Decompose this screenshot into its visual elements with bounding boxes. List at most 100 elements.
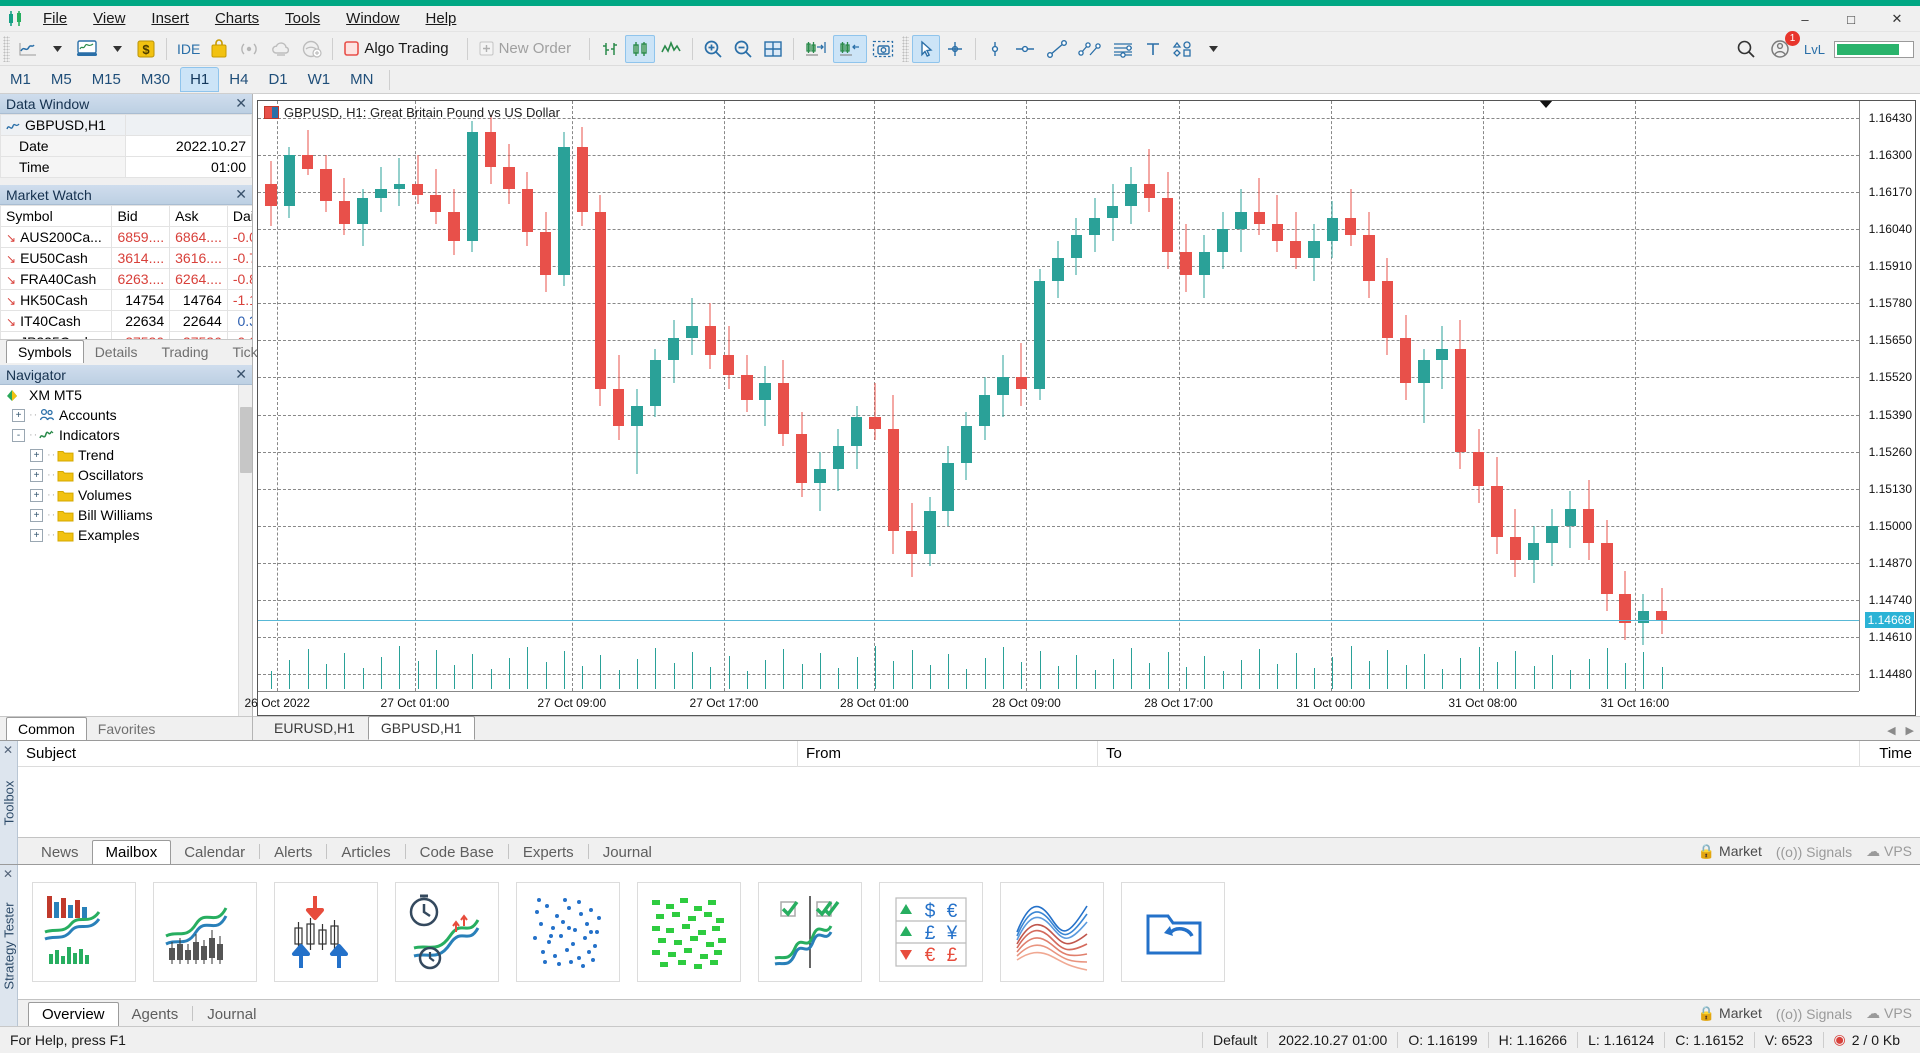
strategy-tester-close-icon[interactable]: ✕ bbox=[3, 867, 13, 881]
table-row[interactable]: ↘JP225Cash 27530 27536 -0.04% bbox=[0, 331, 252, 339]
chart-tab-eurusd[interactable]: EURUSD,H1 bbox=[261, 716, 368, 740]
menu-view[interactable]: View bbox=[80, 7, 138, 30]
tab-news[interactable]: News bbox=[28, 841, 92, 864]
vps-icon[interactable] bbox=[297, 35, 327, 63]
timeframe-m5[interactable]: M5 bbox=[41, 67, 82, 92]
sidebar-item-volumes[interactable]: + ·· Volumes bbox=[0, 485, 252, 505]
tab-mailbox[interactable]: Mailbox bbox=[91, 840, 172, 864]
tab-agents[interactable]: Agents bbox=[119, 1003, 192, 1026]
level-indicator[interactable]: LvL bbox=[1799, 35, 1830, 63]
toolbox-side-label[interactable]: Toolbox bbox=[0, 741, 18, 864]
polyline-icon[interactable] bbox=[1073, 35, 1107, 63]
expander-icon[interactable]: + bbox=[30, 508, 43, 522]
expander-icon[interactable]: - bbox=[12, 428, 25, 442]
timeframe-w1[interactable]: W1 bbox=[298, 67, 341, 92]
timeframe-h4[interactable]: H4 bbox=[219, 67, 258, 92]
crosshair-icon[interactable] bbox=[940, 35, 970, 63]
stopwatch-icon[interactable] bbox=[395, 882, 499, 982]
mailbox-col-to[interactable]: To bbox=[1098, 740, 1860, 767]
chart-window[interactable]: GBPUSD, H1: Great Britain Pound vs US Do… bbox=[245, 100, 1916, 716]
scroll-right-icon[interactable]: ▶ bbox=[1906, 724, 1914, 737]
data-window-symbol-row[interactable]: GBPUSD,H1 bbox=[0, 114, 252, 136]
line-chart-icon[interactable] bbox=[655, 35, 687, 63]
chart-tab-gbpusd[interactable]: GBPUSD,H1 bbox=[367, 716, 475, 740]
folder-refresh-icon[interactable] bbox=[1121, 882, 1225, 982]
price-axis[interactable]: 1.16430 1.16300 1.16170 1.16040 1.15910 1.157… bbox=[1859, 101, 1915, 691]
profiles-icon[interactable] bbox=[71, 35, 103, 63]
sidebar-item-trend[interactable]: + ·· Trend bbox=[0, 445, 252, 465]
tab-journal[interactable]: Journal bbox=[590, 841, 665, 864]
menu-file[interactable]: File bbox=[30, 7, 80, 30]
signals-status[interactable]: ((o)) Signals bbox=[1776, 1006, 1852, 1022]
tab-favorites[interactable]: Favorites bbox=[87, 718, 167, 740]
bar-graph-line-icon[interactable] bbox=[32, 882, 136, 982]
expander-icon[interactable]: + bbox=[30, 488, 43, 502]
sidebar-item-bill-williams[interactable]: + ·· Bill Williams bbox=[0, 505, 252, 525]
shapes-dropdown-icon[interactable] bbox=[1199, 35, 1227, 63]
col-symbol[interactable]: Symbol bbox=[0, 205, 113, 227]
search-icon[interactable] bbox=[1731, 35, 1761, 63]
table-row[interactable]: ↘IT40Cash 22634 22644 0.38% bbox=[0, 310, 252, 332]
candles-with-line-icon[interactable] bbox=[153, 882, 257, 982]
expander-icon[interactable]: + bbox=[30, 468, 43, 482]
tab-calendar[interactable]: Calendar bbox=[171, 841, 258, 864]
new-order-button[interactable]: New Order bbox=[473, 35, 585, 63]
cursor-icon[interactable] bbox=[912, 34, 941, 63]
menu-window[interactable]: Window bbox=[333, 7, 412, 30]
auto-scroll-icon[interactable] bbox=[799, 35, 833, 63]
checkmarks-line-icon[interactable] bbox=[758, 882, 862, 982]
tab-common[interactable]: Common bbox=[6, 717, 87, 740]
timeframe-d1[interactable]: D1 bbox=[258, 67, 297, 92]
tile-windows-icon[interactable] bbox=[758, 35, 788, 63]
zoom-in-icon[interactable] bbox=[698, 35, 728, 63]
timeframe-h1[interactable]: H1 bbox=[180, 67, 220, 92]
vertical-line-icon[interactable] bbox=[981, 35, 1009, 63]
navigator-tree[interactable]: XM MT5 + ·· Accounts - ·· Indicators + ·… bbox=[0, 385, 252, 716]
mailbox-col-from[interactable]: From bbox=[798, 740, 1098, 767]
sidebar-item-accounts[interactable]: + ·· Accounts bbox=[0, 405, 252, 425]
timeframe-m1[interactable]: M1 bbox=[0, 67, 41, 92]
menu-tools[interactable]: Tools bbox=[272, 7, 333, 30]
tab-experts[interactable]: Experts bbox=[510, 841, 587, 864]
arrows-candles-icon[interactable] bbox=[274, 882, 378, 982]
tab-overview[interactable]: Overview bbox=[28, 1002, 119, 1026]
mailbox-col-subject[interactable]: Subject bbox=[18, 740, 798, 767]
table-row[interactable]: ↘EU50Cash 3614.... 3616.... -0.77% bbox=[0, 247, 252, 269]
menu-help[interactable]: Help bbox=[413, 7, 470, 30]
horizontal-line-icon[interactable] bbox=[1009, 35, 1041, 63]
navigator-root[interactable]: XM MT5 bbox=[0, 385, 252, 405]
tab-trading[interactable]: Trading bbox=[150, 341, 219, 363]
market-status[interactable]: 🔒 Market bbox=[1698, 843, 1762, 860]
trendline-icon[interactable] bbox=[1041, 35, 1073, 63]
ide-icon[interactable]: IDE bbox=[172, 35, 205, 63]
table-row[interactable]: ↘FRA40Cash 6263.... 6264.... -0.86% bbox=[0, 268, 252, 290]
green-blocks-icon[interactable] bbox=[637, 882, 741, 982]
text-icon[interactable] bbox=[1139, 35, 1167, 63]
navigator-scrollbar[interactable] bbox=[238, 385, 252, 716]
tab-alerts[interactable]: Alerts bbox=[261, 841, 325, 864]
chart-shift-icon[interactable] bbox=[833, 34, 868, 63]
menu-charts[interactable]: Charts bbox=[202, 7, 272, 30]
chart-shift-marker[interactable] bbox=[1538, 101, 1553, 108]
signals-icon[interactable] bbox=[233, 35, 265, 63]
mailbox-col-time[interactable]: Time bbox=[1860, 741, 1920, 767]
table-row[interactable]: ↘HK50Cash 14754 14764 -1.19% bbox=[0, 289, 252, 311]
navigator-scroll-thumb[interactable] bbox=[240, 407, 252, 473]
wave-distribution-icon[interactable] bbox=[1000, 882, 1104, 982]
chart-plot-area[interactable] bbox=[258, 101, 1859, 691]
new-chart-icon[interactable] bbox=[13, 35, 43, 63]
notifications-icon[interactable]: 1 bbox=[1765, 31, 1801, 63]
zoom-out-icon[interactable] bbox=[728, 35, 758, 63]
status-profile[interactable]: Default bbox=[1203, 1027, 1267, 1053]
candlestick-icon[interactable] bbox=[625, 34, 656, 63]
tab-symbols[interactable]: Symbols bbox=[6, 340, 84, 363]
timeframe-m30[interactable]: M30 bbox=[131, 67, 180, 92]
mailbox-message-list[interactable] bbox=[18, 767, 1920, 837]
timeframe-mn[interactable]: MN bbox=[340, 67, 383, 92]
sidebar-item-indicators[interactable]: - ·· Indicators bbox=[0, 425, 252, 445]
vps-status[interactable]: ☁ VPS bbox=[1866, 843, 1912, 860]
expander-icon[interactable]: + bbox=[12, 408, 25, 422]
toolbar-grip-2[interactable] bbox=[902, 35, 910, 62]
strategy-tester-side-label[interactable]: Strategy Tester bbox=[0, 865, 18, 1026]
sidebar-item-examples[interactable]: + ·· Examples bbox=[0, 525, 252, 545]
